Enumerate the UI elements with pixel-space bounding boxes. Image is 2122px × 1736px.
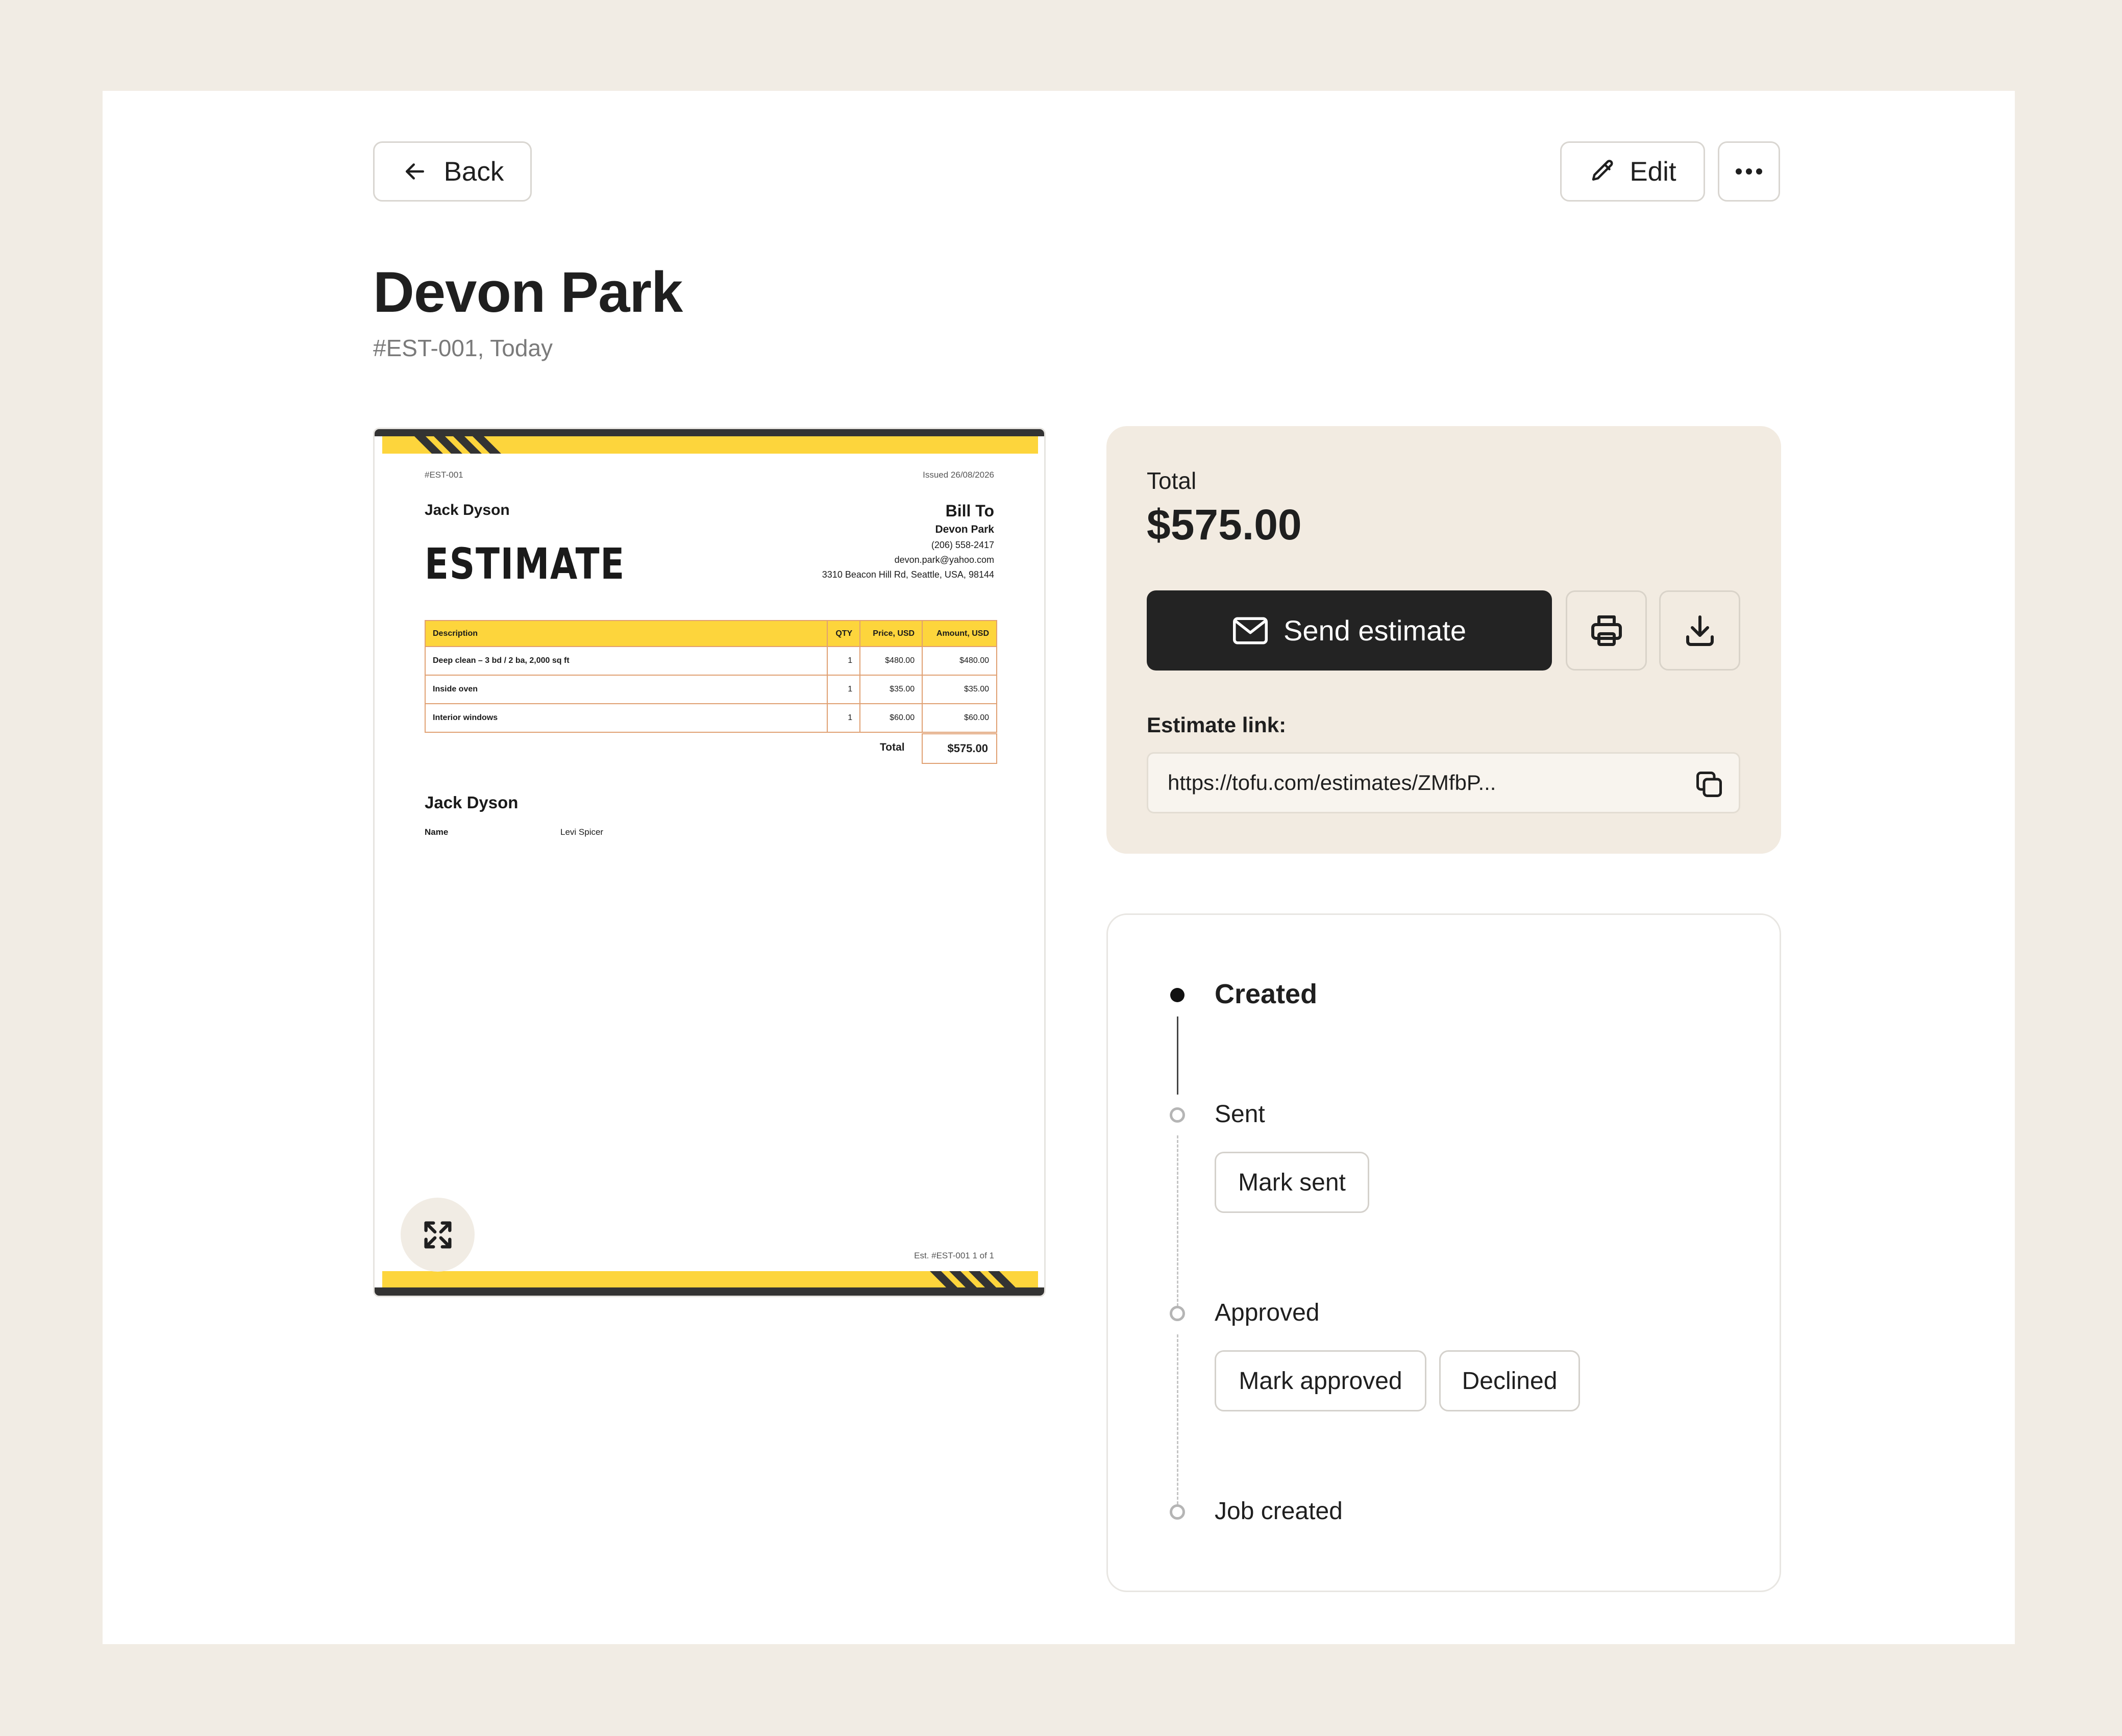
estimate-link-field[interactable]: https://tofu.com/estimates/ZMfbP... bbox=[1147, 752, 1740, 813]
table-row: Interior windows 1 $60.00 $60.00 bbox=[424, 703, 997, 733]
cell-amount: $60.00 bbox=[922, 703, 997, 733]
doc-top-stripe bbox=[382, 436, 1038, 454]
cell-description: Interior windows bbox=[424, 703, 828, 733]
doc-bill-to: Bill To Devon Park (206) 558-2417 devon.… bbox=[822, 502, 994, 584]
cell-price: $60.00 bbox=[859, 703, 923, 733]
edit-label: Edit bbox=[1630, 156, 1676, 187]
estimate-link-label: Estimate link: bbox=[1147, 713, 1287, 737]
timeline-step-created: Created bbox=[1215, 979, 1318, 1009]
more-horizontal-icon bbox=[1736, 168, 1762, 175]
back-button[interactable]: Back bbox=[373, 141, 532, 202]
timeline-dot-sent bbox=[1170, 1107, 1185, 1123]
doc-line-items-table: Description QTY Price, USD Amount, USD D… bbox=[424, 620, 997, 733]
bill-to-address: 3310 Beacon Hill Rd, Seattle, USA, 98144 bbox=[822, 569, 994, 580]
expand-icon bbox=[424, 1221, 452, 1249]
doc-name-value: Levi Spicer bbox=[560, 827, 604, 837]
cell-amount: $480.00 bbox=[922, 646, 997, 676]
cell-qty: 1 bbox=[827, 703, 861, 733]
doc-signature-name: Jack Dyson bbox=[425, 793, 519, 812]
doc-heading: ESTIMATE bbox=[425, 539, 625, 589]
doc-footer: Est. #EST-001 1 of 1 bbox=[914, 1251, 994, 1260]
bill-to-email: devon.park@yahoo.com bbox=[894, 555, 994, 565]
status-timeline bbox=[1106, 913, 1781, 1592]
back-label: Back bbox=[443, 156, 504, 187]
doc-issued-date: Issued 26/08/2026 bbox=[923, 470, 994, 480]
timeline-dot-job-created bbox=[1170, 1504, 1185, 1520]
table-row: Inside oven 1 $35.00 $35.00 bbox=[424, 675, 997, 704]
doc-bottom-stripe bbox=[382, 1271, 1038, 1287]
copy-icon[interactable] bbox=[1694, 769, 1724, 800]
send-estimate-button[interactable]: Send estimate bbox=[1147, 590, 1552, 671]
doc-number: #EST-001 bbox=[425, 470, 463, 480]
col-description: Description bbox=[424, 620, 828, 647]
timeline-step-job-created: Job created bbox=[1215, 1498, 1343, 1525]
estimate-document-preview[interactable]: #EST-001 Issued 26/08/2026 Jack Dyson ES… bbox=[373, 428, 1046, 1297]
timeline-step-sent: Sent bbox=[1215, 1101, 1265, 1128]
cell-qty: 1 bbox=[827, 675, 861, 704]
doc-top-bar bbox=[375, 429, 1044, 436]
cell-price: $35.00 bbox=[859, 675, 923, 704]
arrow-left-icon bbox=[405, 163, 424, 180]
edit-button[interactable]: Edit bbox=[1560, 141, 1705, 202]
mail-icon bbox=[1233, 617, 1268, 644]
timeline-dot-created bbox=[1170, 988, 1185, 1002]
col-qty: QTY bbox=[827, 620, 861, 647]
total-value: $575.00 bbox=[1147, 501, 1302, 549]
cell-description: Inside oven bbox=[424, 675, 828, 704]
page-title: Devon Park bbox=[373, 260, 683, 324]
mark-approved-button[interactable]: Mark approved bbox=[1215, 1350, 1426, 1411]
bill-to-heading: Bill To bbox=[945, 502, 994, 520]
cell-amount: $35.00 bbox=[922, 675, 997, 704]
doc-from-name: Jack Dyson bbox=[425, 502, 510, 518]
timeline-step-approved: Approved bbox=[1215, 1299, 1320, 1326]
doc-bottom-bar bbox=[375, 1287, 1044, 1296]
more-options-button[interactable] bbox=[1718, 141, 1780, 202]
cell-price: $480.00 bbox=[859, 646, 923, 676]
expand-preview-button[interactable] bbox=[401, 1198, 475, 1272]
timeline-line-dashed bbox=[1177, 1334, 1178, 1504]
download-button[interactable] bbox=[1659, 590, 1740, 671]
declined-button[interactable]: Declined bbox=[1439, 1350, 1580, 1411]
mark-sent-button[interactable]: Mark sent bbox=[1215, 1152, 1369, 1213]
send-estimate-label: Send estimate bbox=[1284, 614, 1466, 647]
printer-icon bbox=[1591, 615, 1622, 646]
table-row: Deep clean – 3 bd / 2 ba, 2,000 sq ft 1 … bbox=[424, 646, 997, 676]
col-amount: Amount, USD bbox=[922, 620, 997, 647]
pencil-icon bbox=[1592, 160, 1613, 181]
timeline-line-solid bbox=[1177, 1016, 1178, 1095]
total-label: Total bbox=[1147, 467, 1197, 494]
bill-to-name: Devon Park bbox=[935, 524, 994, 535]
print-button[interactable] bbox=[1566, 590, 1647, 671]
page-subtitle: #EST-001, Today bbox=[373, 335, 553, 361]
cell-description: Deep clean – 3 bd / 2 ba, 2,000 sq ft bbox=[424, 646, 828, 676]
col-price: Price, USD bbox=[859, 620, 923, 647]
bill-to-phone: (206) 558-2417 bbox=[931, 540, 994, 550]
doc-total-value: $575.00 bbox=[922, 733, 997, 764]
download-icon bbox=[1686, 615, 1714, 646]
estimate-link-value: https://tofu.com/estimates/ZMfbP... bbox=[1168, 771, 1496, 795]
timeline-line-dashed bbox=[1177, 1135, 1178, 1306]
doc-total-label: Total bbox=[880, 741, 905, 753]
doc-name-label: Name bbox=[425, 827, 449, 837]
cell-qty: 1 bbox=[827, 646, 861, 676]
timeline-dot-approved bbox=[1170, 1306, 1185, 1321]
